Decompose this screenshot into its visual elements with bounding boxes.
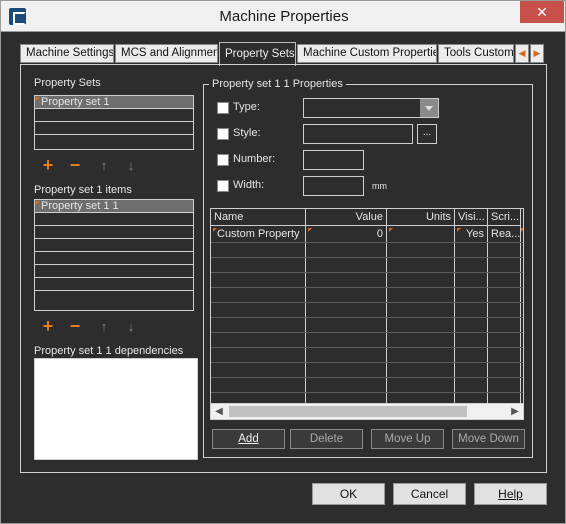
width-checkbox[interactable] bbox=[217, 180, 229, 192]
column-header-value[interactable]: Value bbox=[306, 209, 387, 226]
number-field[interactable] bbox=[303, 150, 364, 170]
move-set-down-icon[interactable]: ↓ bbox=[123, 158, 139, 174]
property-sets-label: Property Sets bbox=[34, 77, 101, 89]
number-checkbox[interactable] bbox=[217, 154, 229, 166]
property-sets-list[interactable]: Property set 1 bbox=[34, 95, 194, 150]
scroll-right-icon[interactable]: ▶ bbox=[507, 404, 523, 419]
tab-scroll-right-button[interactable]: ▶ bbox=[530, 44, 544, 63]
list-item-empty bbox=[35, 278, 193, 291]
dependencies-label: Property set 1 1 dependencies bbox=[34, 345, 184, 357]
row-divider bbox=[211, 272, 523, 273]
row-divider bbox=[211, 377, 523, 378]
delete-button[interactable]: Delete bbox=[290, 429, 363, 449]
tab-scroll-left-button[interactable]: ◀ bbox=[515, 44, 529, 63]
cancel-button[interactable]: Cancel bbox=[393, 483, 466, 505]
items-label: Property set 1 items bbox=[34, 184, 132, 196]
marker-icon bbox=[521, 228, 523, 232]
add-button[interactable]: Add bbox=[212, 429, 285, 449]
marker-icon bbox=[36, 201, 40, 205]
add-set-icon[interactable]: + bbox=[40, 156, 56, 174]
row-divider bbox=[211, 347, 523, 348]
window-title: Machine Properties bbox=[219, 8, 349, 25]
width-field[interactable] bbox=[303, 176, 364, 196]
scroll-left-icon[interactable]: ◀ bbox=[211, 404, 227, 419]
properties-grid[interactable]: Name Value Units Visi... Scri... Custom … bbox=[210, 208, 524, 420]
list-item-empty bbox=[35, 109, 193, 122]
row-divider bbox=[211, 287, 523, 288]
style-browse-button[interactable]: ... bbox=[417, 124, 437, 144]
dependencies-box[interactable] bbox=[34, 358, 198, 460]
cell-visible[interactable]: Yes bbox=[455, 227, 487, 242]
ok-button[interactable]: OK bbox=[312, 483, 385, 505]
width-unit: mm bbox=[372, 181, 387, 191]
title-bar: Machine Properties ✕ bbox=[0, 0, 566, 32]
column-header-script[interactable]: Scri... bbox=[488, 209, 521, 226]
column-header-visible[interactable]: Visi... bbox=[455, 209, 488, 226]
column-header-units[interactable]: Units bbox=[387, 209, 455, 226]
remove-item-icon[interactable]: − bbox=[67, 317, 83, 335]
list-item-empty bbox=[35, 213, 193, 226]
width-label: Width: bbox=[233, 179, 265, 191]
row-divider bbox=[211, 362, 523, 363]
tab-machine-custom-properties[interactable]: Machine Custom Properties bbox=[297, 44, 437, 63]
style-checkbox[interactable] bbox=[217, 128, 229, 140]
list-item-empty bbox=[35, 122, 193, 135]
tab-property-sets[interactable]: Property Sets bbox=[219, 42, 296, 66]
move-item-down-icon[interactable]: ↓ bbox=[123, 319, 139, 335]
type-checkbox[interactable] bbox=[217, 102, 229, 114]
list-item-empty bbox=[35, 252, 193, 265]
tab-machine-settings[interactable]: Machine Settings bbox=[20, 44, 114, 63]
properties-group-title: Property set 1 1 Properties bbox=[209, 78, 346, 90]
add-item-icon[interactable]: + bbox=[40, 317, 56, 335]
cell-units[interactable] bbox=[387, 227, 454, 242]
style-field[interactable] bbox=[303, 124, 413, 144]
remove-set-icon[interactable]: − bbox=[67, 156, 83, 174]
move-set-up-icon[interactable]: ↑ bbox=[96, 158, 112, 174]
scrollbar-thumb[interactable] bbox=[229, 406, 467, 417]
items-list[interactable]: Property set 1 1 bbox=[34, 199, 194, 311]
tab-tools-custom-properties[interactable]: Tools Custom P bbox=[438, 44, 514, 63]
row-divider bbox=[211, 242, 523, 243]
marker-icon bbox=[36, 97, 40, 101]
row-divider bbox=[211, 317, 523, 318]
row-divider bbox=[211, 302, 523, 303]
row-divider bbox=[211, 332, 523, 333]
type-label: Type: bbox=[233, 101, 260, 113]
move-down-button[interactable]: Move Down bbox=[452, 429, 525, 449]
type-combobox[interactable] bbox=[303, 98, 439, 118]
list-item[interactable]: Property set 1 1 bbox=[35, 200, 193, 213]
list-item-empty bbox=[35, 239, 193, 252]
number-label: Number: bbox=[233, 153, 276, 165]
close-button[interactable]: ✕ bbox=[520, 1, 564, 23]
column-header-name[interactable]: Name bbox=[211, 209, 306, 226]
grid-horizontal-scrollbar[interactable]: ◀ ▶ bbox=[210, 403, 524, 420]
cell-script[interactable]: Rea... bbox=[488, 227, 520, 242]
move-up-button[interactable]: Move Up bbox=[371, 429, 444, 449]
cell-name[interactable]: Custom Property bbox=[214, 227, 306, 242]
help-button[interactable]: Help bbox=[474, 483, 547, 505]
list-item[interactable]: Property set 1 bbox=[35, 96, 193, 109]
tab-mcs-and-alignment[interactable]: MCS and Alignment bbox=[115, 44, 218, 63]
row-divider bbox=[211, 257, 523, 258]
cell-value[interactable]: 0 bbox=[306, 227, 386, 242]
list-item-empty bbox=[35, 226, 193, 239]
move-item-up-icon[interactable]: ↑ bbox=[96, 319, 112, 335]
list-item-empty bbox=[35, 265, 193, 278]
row-divider bbox=[211, 392, 523, 393]
style-label: Style: bbox=[233, 127, 261, 139]
chevron-down-icon[interactable] bbox=[420, 99, 438, 117]
